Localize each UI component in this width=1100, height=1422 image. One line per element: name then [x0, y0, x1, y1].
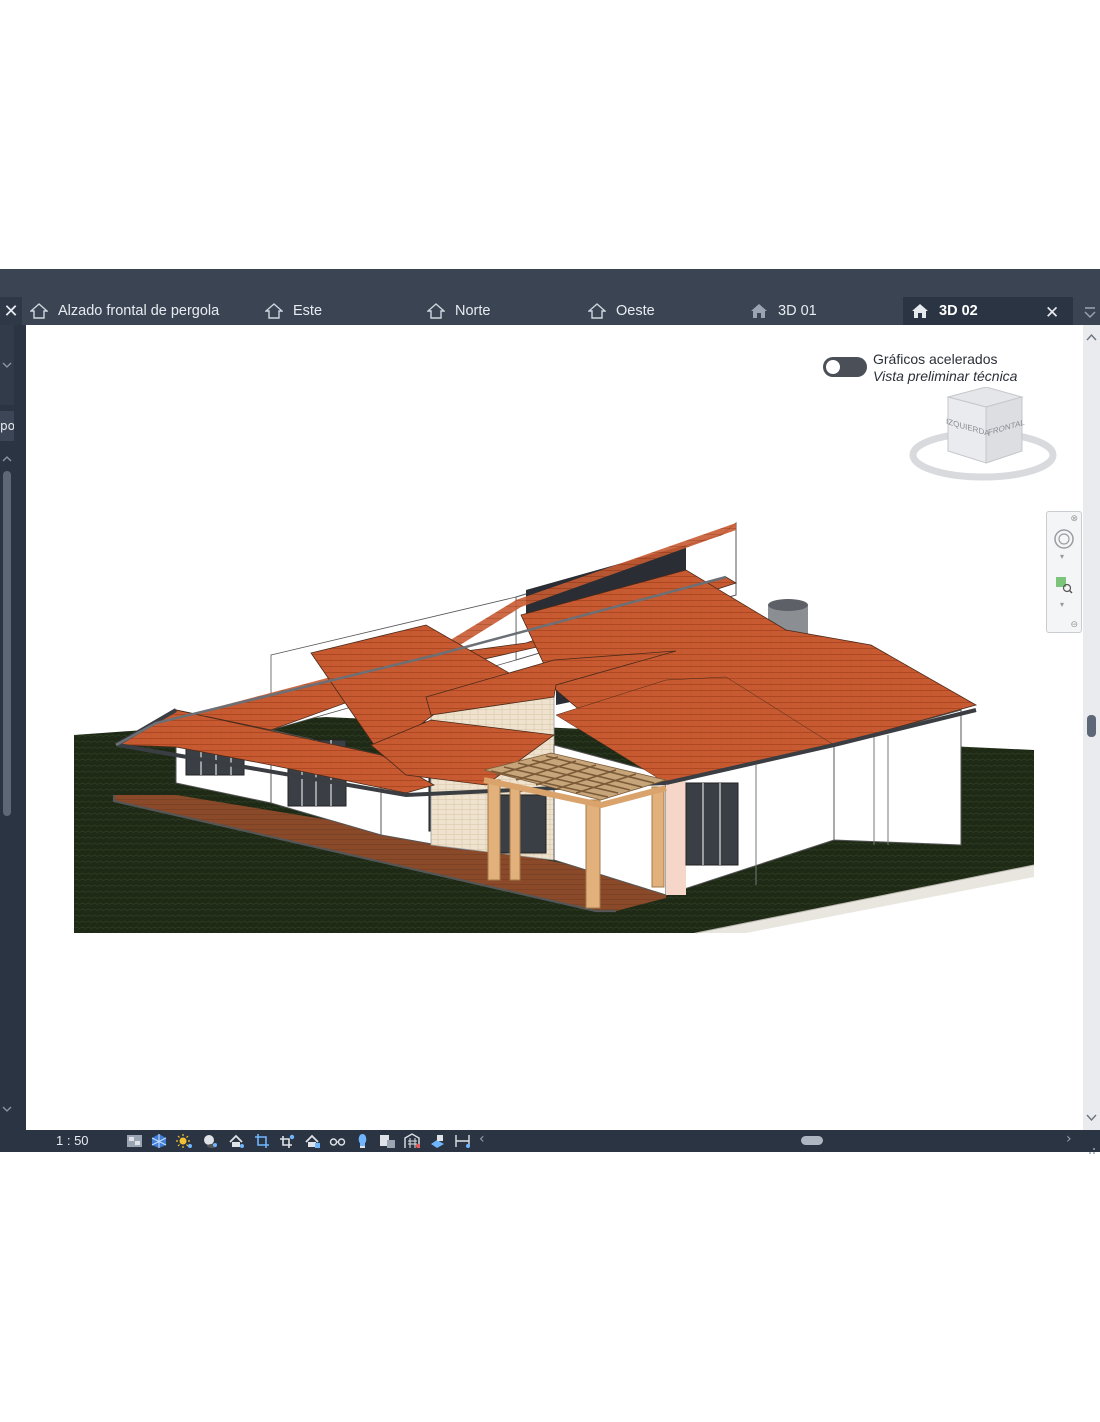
shadows-icon[interactable] — [201, 1133, 218, 1149]
temporary-hide-icon[interactable] — [329, 1133, 346, 1149]
elevation-view-icon — [588, 303, 606, 319]
reveal-hidden-icon[interactable] — [354, 1133, 371, 1149]
resize-grip-icon[interactable] — [1088, 1140, 1096, 1154]
tab-alzado-frontal-pergola[interactable]: Alzado frontal de pergola — [30, 297, 219, 325]
accelerated-graphics-toggle[interactable] — [823, 357, 867, 377]
sun-path-icon[interactable] — [176, 1133, 193, 1149]
unlock-3d-view-icon[interactable] — [304, 1133, 321, 1149]
panel-dropdown[interactable] — [0, 325, 14, 405]
render-icon[interactable] — [228, 1133, 245, 1149]
elevation-view-icon — [265, 303, 283, 319]
close-icon[interactable]: ✕ — [0, 297, 22, 325]
tab-close-icon[interactable]: ✕ — [1045, 303, 1059, 323]
elevation-view-icon — [30, 303, 48, 319]
tab-oeste[interactable]: Oeste — [588, 297, 655, 325]
revit-window: Alzado frontal de pergola Este Norte Oes… — [0, 269, 1100, 1154]
crop-region-icon[interactable] — [279, 1133, 296, 1149]
reveal-constraints-icon[interactable] — [454, 1133, 471, 1149]
chevron-right-icon[interactable]: › — [1066, 1131, 1072, 1147]
close-icon[interactable]: ⊗ — [1070, 514, 1078, 524]
title-bar — [0, 269, 1100, 297]
analytical-model-icon[interactable] — [404, 1133, 421, 1149]
tab-3d-01[interactable]: 3D 01 — [750, 297, 817, 325]
highlight-displacement-icon[interactable] — [429, 1133, 446, 1149]
visual-style-icon[interactable] — [151, 1133, 168, 1149]
chevron-down-icon[interactable]: ▾ — [1060, 552, 1064, 561]
tab-label: Alzado frontal de pergola — [58, 303, 220, 319]
scroll-down-icon — [1086, 1114, 1097, 1122]
tab-label: 3D 02 — [939, 303, 978, 319]
panel-partial-button[interactable]: po — [0, 411, 14, 441]
accelerated-graphics-label: Gráficos acelerados — [873, 351, 998, 367]
panel-scrollbar[interactable] — [0, 449, 14, 1133]
3d-viewport[interactable]: Gráficos acelerados Vista preliminar téc… — [26, 325, 1083, 1130]
scroll-down-icon — [2, 1106, 12, 1112]
3d-view-icon — [751, 304, 767, 318]
tab-norte[interactable]: Norte — [427, 297, 490, 325]
panel-partial-label: po — [0, 419, 14, 433]
crop-view-icon[interactable] — [254, 1133, 271, 1149]
steering-wheel-icon[interactable] — [1053, 528, 1075, 550]
zoom-region-icon[interactable] — [1055, 576, 1073, 594]
tab-label: Este — [293, 303, 323, 319]
chevron-left-icon[interactable]: ‹ — [479, 1131, 485, 1147]
chevron-down-icon[interactable]: ▾ — [1060, 600, 1064, 609]
detail-level-icon[interactable] — [126, 1133, 143, 1149]
worksharing-display-icon[interactable] — [379, 1133, 396, 1149]
view-control-bar: 1 : 50 ‹ › — [26, 1130, 1100, 1154]
options-icon[interactable]: ⊖ — [1070, 620, 1078, 630]
horizontal-scroll-thumb[interactable] — [801, 1136, 823, 1145]
scroll-up-icon — [1086, 333, 1097, 341]
properties-panel-edge: po — [0, 325, 22, 1133]
3d-view-icon — [912, 304, 928, 318]
viewcube[interactable]: IZQUIERDA FRONTAL — [908, 387, 1058, 487]
view-scale[interactable]: 1 : 50 — [56, 1133, 89, 1148]
view-mode-label: Vista preliminar técnica — [873, 368, 1018, 384]
tab-label: 3D 01 — [778, 303, 817, 319]
viewport-vertical-scrollbar[interactable] — [1083, 325, 1100, 1130]
scroll-up-icon — [2, 456, 12, 462]
tab-label: Norte — [455, 303, 491, 319]
view-tab-bar: Alzado frontal de pergola Este Norte Oes… — [0, 297, 1100, 325]
tab-label: Oeste — [616, 303, 655, 319]
tab-list-dropdown-icon[interactable] — [1084, 305, 1096, 319]
tab-este[interactable]: Este — [265, 297, 322, 325]
scroll-thumb — [1087, 715, 1096, 737]
scroll-thumb — [3, 471, 11, 816]
elevation-view-icon — [427, 303, 445, 319]
graphics-toggle-group: Gráficos acelerados Vista preliminar téc… — [823, 351, 1053, 385]
navigation-bar: ⊗ ▾ ▾ ⊖ — [1046, 511, 1082, 633]
